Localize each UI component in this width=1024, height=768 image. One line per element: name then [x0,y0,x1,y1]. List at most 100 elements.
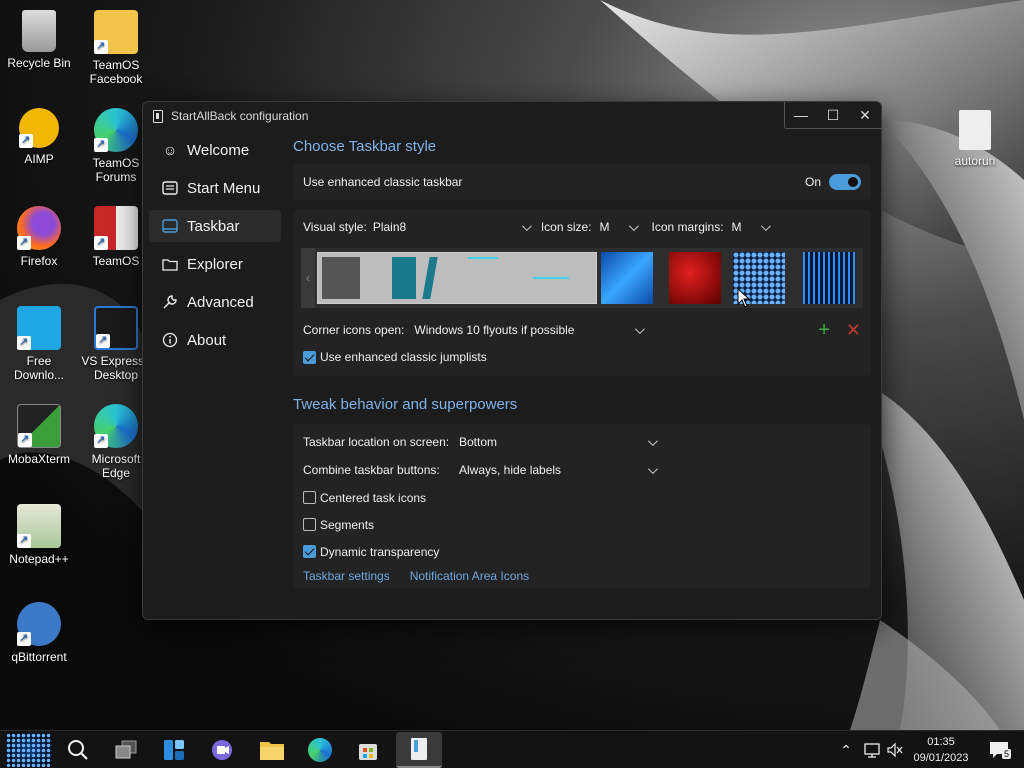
enhanced-taskbar-toggle[interactable] [829,174,861,190]
window-title: StartAllBack configuration [171,109,309,123]
desktop-icon-aimp[interactable]: AIMP [0,108,78,166]
taskbar-location-dropdown[interactable]: Bottom [455,431,659,453]
visual-studio-icon [94,306,138,350]
startallback-app-icon [411,738,427,760]
style-thumb-blue-lines[interactable] [803,252,855,304]
remove-icon[interactable]: ✕ [846,320,861,341]
maximize-button[interactable]: ☐ [817,102,849,128]
search-icon [68,740,88,760]
startallback-taskbar-button[interactable] [396,732,442,768]
taskbar-settings-link[interactable]: Taskbar settings [303,569,390,583]
folder-icon [94,10,138,54]
centered-icons-option[interactable]: Centered task icons [293,484,871,511]
shortcut-arrow-icon [19,133,33,148]
segments-checkbox[interactable] [303,518,316,531]
download-manager-icon [17,306,61,350]
dynamic-transparency-option[interactable]: Dynamic transparency [293,538,871,565]
tray-overflow-button[interactable]: ⌃ [836,731,856,768]
edge-icon [308,738,332,762]
enhanced-taskbar-label: Use enhanced classic taskbar [303,175,463,189]
add-icon[interactable]: + [818,319,830,342]
shortcut-arrow-icon [96,333,110,348]
tweak-panel: Taskbar location on screen: Bottom Combi… [293,424,871,588]
task-view-icon [115,740,137,759]
chevron-down-icon [760,220,771,231]
network-tray-button[interactable] [860,731,884,768]
shortcut-arrow-icon [94,137,108,152]
icon-margins-label: Icon margins: [651,220,724,234]
taskbar-clock[interactable]: 01:35 09/01/2023 [908,734,974,766]
file-explorer-taskbar-button[interactable] [250,732,294,768]
notification-area-icons-link[interactable]: Notification Area Icons [410,569,529,583]
edge-icon [94,108,138,152]
sidebar-item-about[interactable]: About [149,324,281,356]
start-menu-icon [161,179,179,197]
folder-icon [161,255,179,273]
desktop-icon-recycle-bin[interactable]: Recycle Bin [0,10,78,70]
startallback-window: StartAllBack configuration — ☐ ✕ ☺ Welco… [142,101,882,620]
desktop-icon-teamos-facebook[interactable]: TeamOS Facebook [77,10,155,86]
chevron-down-icon [521,220,532,231]
chat-button[interactable] [200,732,244,768]
sidebar-item-taskbar[interactable]: Taskbar [149,210,281,242]
style-thumb-plain8[interactable] [317,252,597,304]
icon-size-dropdown[interactable]: M [596,216,640,238]
shortcut-arrow-icon [94,235,108,250]
recycle-bin-icon [22,10,56,52]
mobaxterm-icon [17,404,61,448]
taskbar-location-label: Taskbar location on screen: [303,435,450,449]
chevron-down-icon [635,323,646,334]
start-button[interactable] [4,732,54,768]
desktop-icon-firefox[interactable]: Firefox [0,206,78,268]
desktop-icon-autorun[interactable]: autorun [936,110,1014,168]
segments-option[interactable]: Segments [293,511,871,538]
desktop-icon-free-download[interactable]: Free Downlo... [0,306,78,382]
enhanced-taskbar-panel: Use enhanced classic taskbar On [293,164,871,200]
desktop-icon-notepad-plus-plus[interactable]: Notepad++ [0,504,78,566]
style-thumb-red[interactable] [669,252,721,304]
desktop-icon-qbittorrent[interactable]: qBittorrent [0,602,78,664]
minimize-button[interactable]: — [785,102,817,128]
edge-taskbar-button[interactable] [298,732,342,768]
title-bar[interactable]: StartAllBack configuration — ☐ ✕ [143,102,881,130]
combine-buttons-dropdown[interactable]: Always, hide labels [455,459,659,481]
jumplists-checkbox[interactable] [303,350,316,364]
teams-chat-icon [212,740,232,760]
taskbar-search-button[interactable] [56,732,100,768]
sidebar-item-explorer[interactable]: Explorer [149,248,281,280]
visual-style-dropdown[interactable]: Plain8 [369,216,533,238]
sidebar-item-advanced[interactable]: Advanced [149,286,281,318]
icon-margins-dropdown[interactable]: M [728,216,772,238]
volume-tray-button[interactable] [884,731,906,768]
settings-content: Choose Taskbar style Use enhanced classi… [293,134,871,588]
taskbar-icon [161,217,179,235]
firefox-icon [17,206,61,250]
section-title-tweak: Tweak behavior and superpowers [293,396,518,413]
chevron-down-icon [647,463,658,474]
dynamic-transparency-checkbox[interactable] [303,545,316,558]
close-button[interactable]: ✕ [849,102,881,128]
task-view-button[interactable] [104,732,148,768]
widgets-button[interactable] [152,732,196,768]
desktop-icon-mobaxterm[interactable]: MobaXterm [0,404,78,466]
clock-date: 09/01/2023 [913,752,969,764]
jumplists-option[interactable]: Use enhanced classic jumplists [293,346,871,368]
combine-buttons-label: Combine taskbar buttons: [303,463,440,477]
mouse-cursor-icon [737,288,751,308]
sidebar-item-start-menu[interactable]: Start Menu [149,172,281,204]
section-title-taskbar-style: Choose Taskbar style [293,138,437,155]
chevron-down-icon [647,435,658,446]
store-taskbar-button[interactable] [346,732,390,768]
folder-icon [260,742,284,760]
centered-icons-checkbox[interactable] [303,491,316,504]
notepad-plus-plus-icon [17,504,61,548]
chevron-down-icon [628,220,639,231]
gallery-scroll-left-icon[interactable]: ‹ [301,248,315,308]
style-thumb-blue-waves[interactable] [601,252,653,304]
notification-center-button[interactable]: 5 [984,731,1014,768]
window-controls: — ☐ ✕ [784,102,881,129]
startallback-app-icon [153,109,163,123]
sidebar-item-welcome[interactable]: ☺ Welcome [149,134,281,166]
taskbar-style-gallery[interactable]: ‹ [301,248,863,308]
corner-icons-dropdown[interactable]: Windows 10 flyouts if possible [410,319,646,341]
